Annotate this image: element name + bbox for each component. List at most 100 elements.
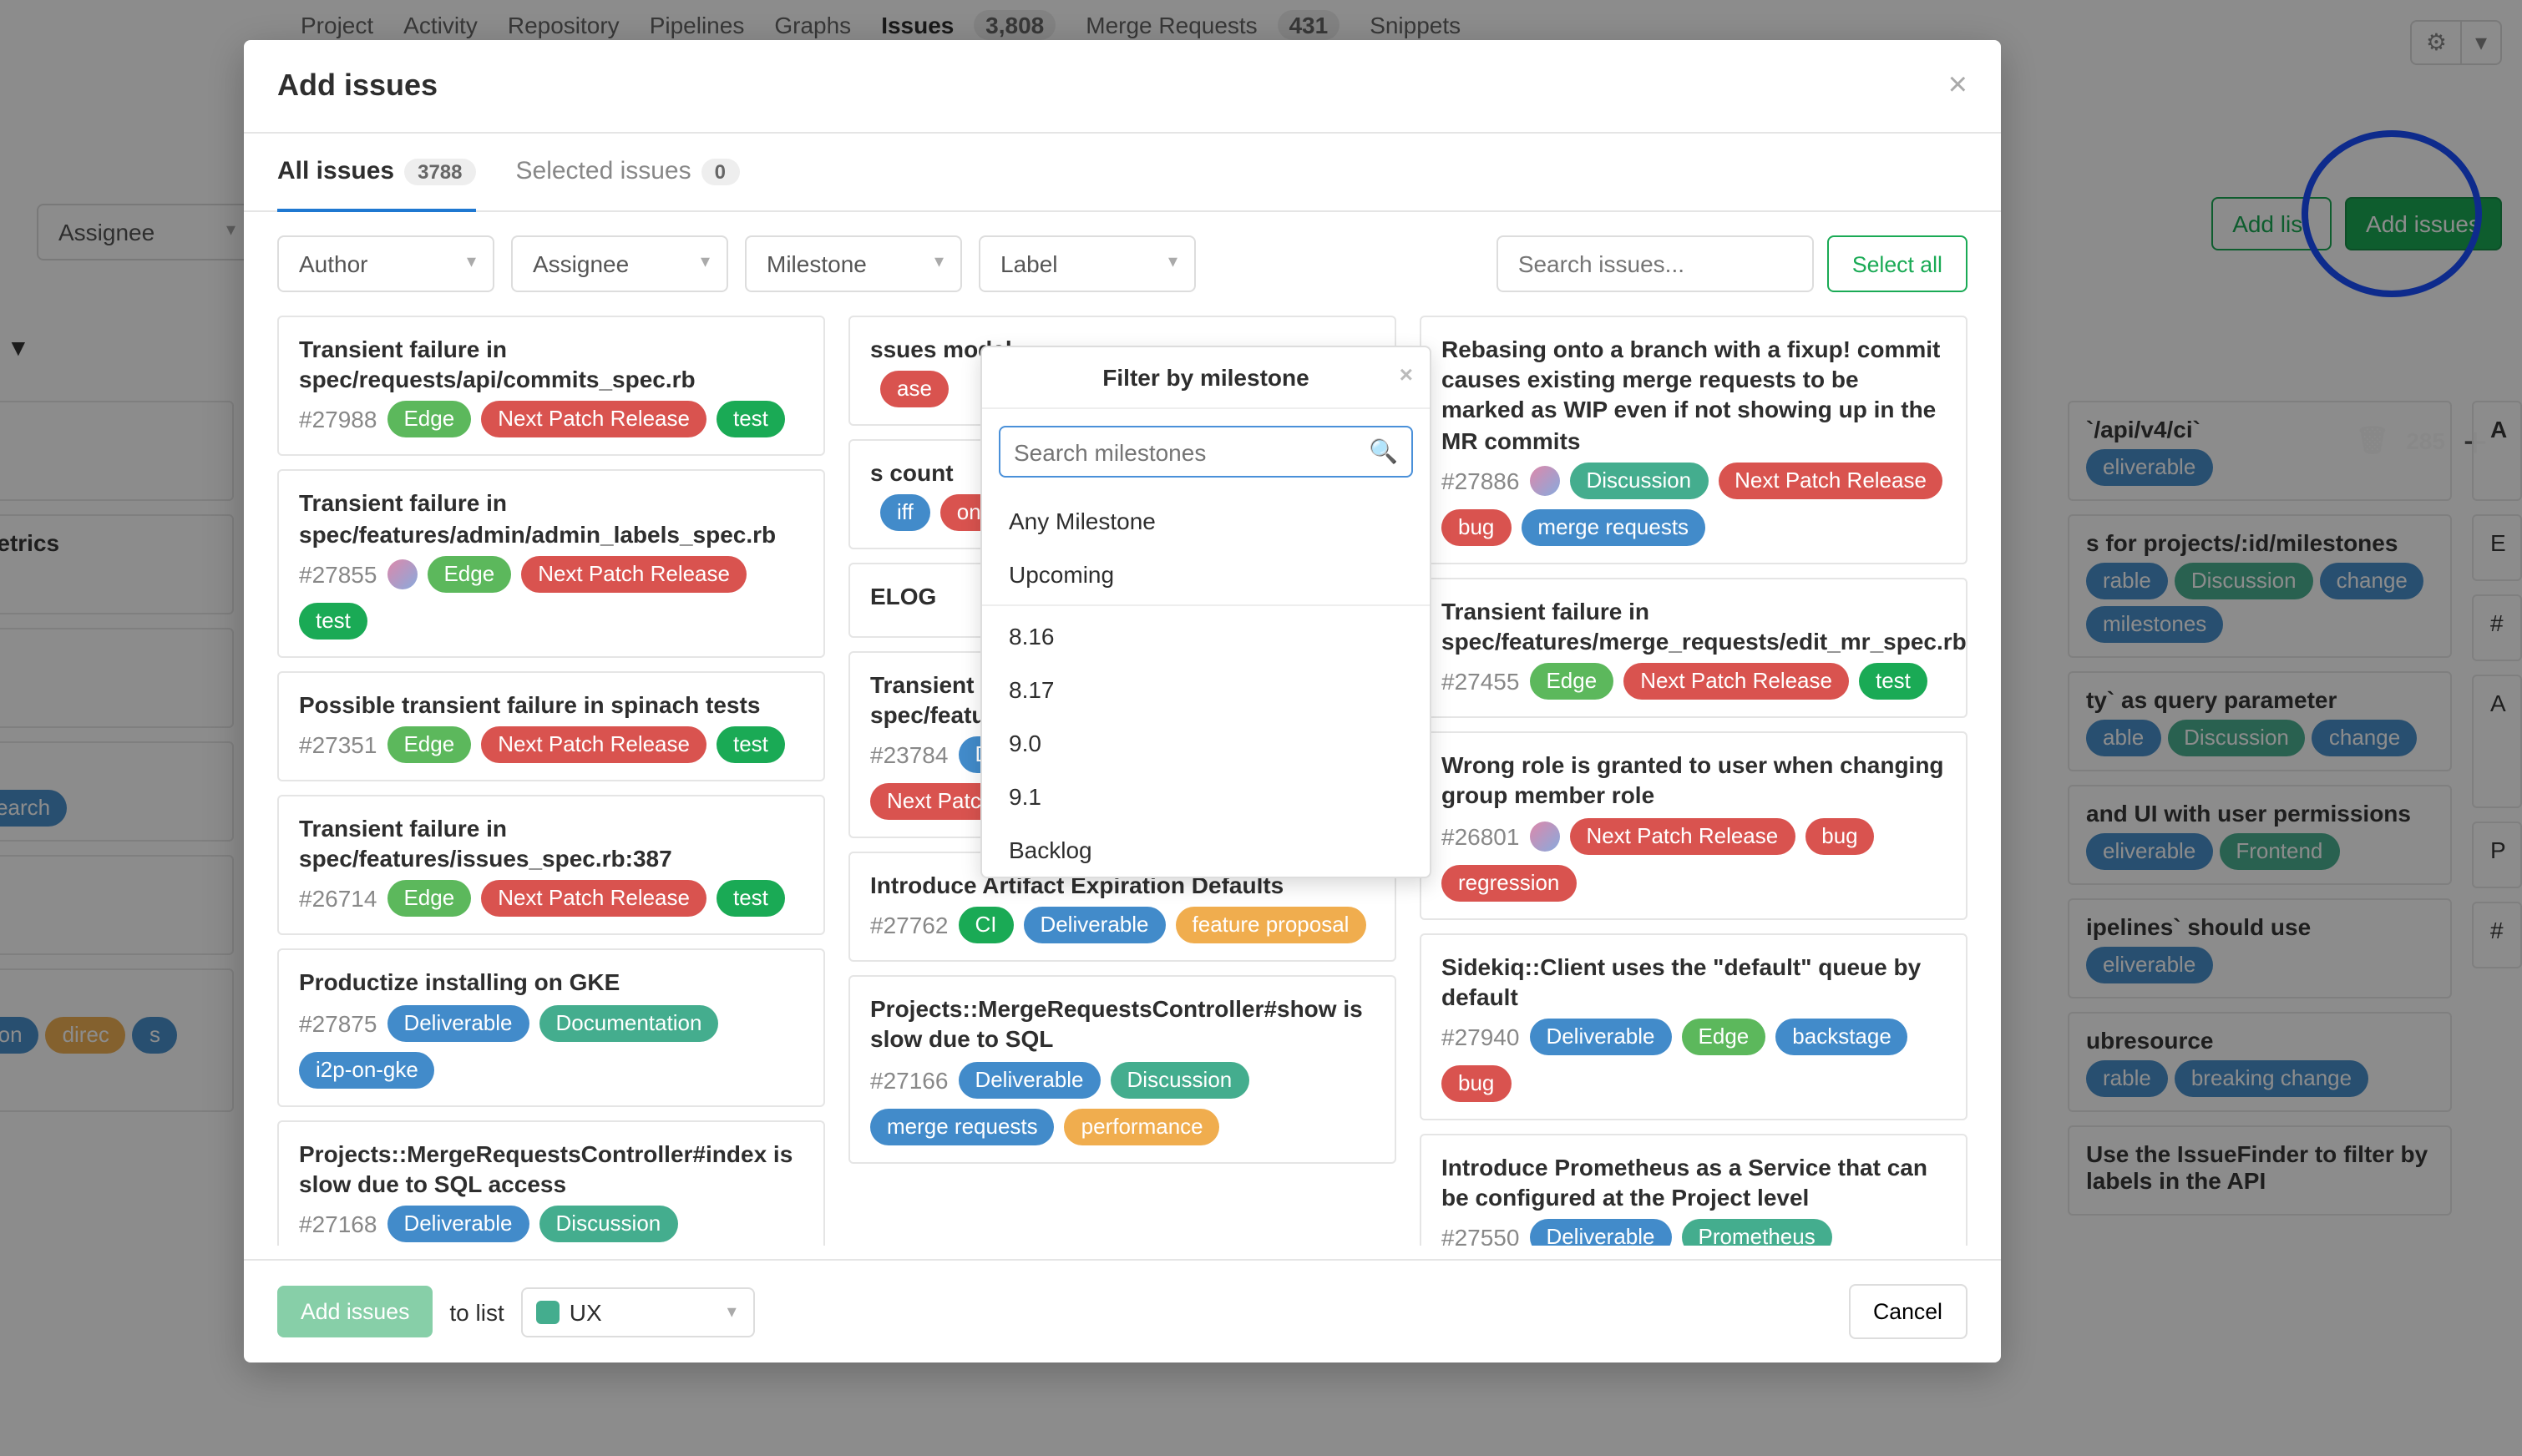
label: test bbox=[1859, 663, 1927, 700]
label: Deliverable bbox=[387, 1004, 529, 1041]
milestone-filter[interactable]: Milestone bbox=[745, 235, 962, 292]
list-picker[interactable]: UX bbox=[521, 1287, 755, 1337]
issue-card[interactable]: Projects::MergeRequestsController#show i… bbox=[848, 975, 1396, 1163]
label: Next Patch Release bbox=[1569, 817, 1795, 854]
label: Edge bbox=[387, 402, 471, 438]
issue-title: Transient failure in spec/requests/api/c… bbox=[299, 334, 803, 395]
tab-selected-count: 0 bbox=[701, 158, 739, 185]
issue-id: #27886 bbox=[1441, 468, 1519, 494]
label: Edge bbox=[1682, 1019, 1766, 1055]
tab-all-issues[interactable]: All issues3788 bbox=[277, 134, 476, 212]
label: Next Patch Release bbox=[481, 726, 706, 763]
issue-id: #23784 bbox=[870, 741, 948, 768]
label: Edge bbox=[1529, 663, 1613, 700]
milestone-option[interactable]: 8.17 bbox=[982, 663, 1430, 716]
milestone-option[interactable]: 9.1 bbox=[982, 770, 1430, 823]
issue-title: Productize installing on GKE bbox=[299, 968, 803, 998]
select-all-button[interactable]: Select all bbox=[1827, 235, 1967, 292]
avatar bbox=[1529, 821, 1559, 851]
search-icon: 🔍 bbox=[1369, 437, 1398, 466]
label: bug bbox=[1441, 1065, 1511, 1102]
issue-id: #27855 bbox=[299, 561, 377, 588]
issue-id: #27988 bbox=[299, 407, 377, 433]
author-filter[interactable]: Author bbox=[277, 235, 494, 292]
issue-card[interactable]: Transient failure in spec/features/issue… bbox=[277, 795, 825, 936]
milestone-search-input[interactable] bbox=[1014, 438, 1369, 465]
milestone-option[interactable]: Upcoming bbox=[982, 548, 1430, 601]
issue-id: #27762 bbox=[870, 912, 948, 938]
close-icon[interactable]: × bbox=[1400, 361, 1413, 387]
milestone-popover: Filter by milestone× 🔍 Any MilestoneUpco… bbox=[980, 346, 1431, 878]
issue-id: #27875 bbox=[299, 1009, 377, 1036]
issue-title: Projects::MergeRequestsController#index … bbox=[299, 1138, 803, 1199]
milestone-option[interactable]: Backlog bbox=[982, 823, 1430, 877]
label: Next Patch Release bbox=[521, 556, 747, 593]
issue-id: #27940 bbox=[1441, 1024, 1519, 1050]
close-icon[interactable]: × bbox=[1948, 67, 1967, 105]
label: bug bbox=[1441, 509, 1511, 546]
label: merge requests bbox=[1521, 509, 1705, 546]
issue-title: Wrong role is granted to user when chang… bbox=[1441, 750, 1946, 811]
label: Prometheus bbox=[1682, 1220, 1832, 1246]
label: Next Patch Release bbox=[481, 881, 706, 918]
issue-title: Possible transient failure in spinach te… bbox=[299, 690, 803, 720]
tab-all-count: 3788 bbox=[404, 158, 475, 185]
label: iff bbox=[880, 495, 930, 532]
label: Next Patch Release bbox=[481, 402, 706, 438]
milestone-option[interactable]: 9.0 bbox=[982, 716, 1430, 770]
label: Deliverable bbox=[387, 1206, 529, 1242]
label: Deliverable bbox=[1529, 1220, 1671, 1246]
to-list-label: to list bbox=[449, 1298, 504, 1325]
modal-title: Add issues bbox=[277, 68, 438, 104]
label: merge requests bbox=[870, 1108, 1055, 1145]
tab-selected-issues[interactable]: Selected issues0 bbox=[516, 134, 740, 212]
label: test bbox=[717, 402, 785, 438]
label: Next Patch Release bbox=[1623, 663, 1849, 700]
issue-id: #27550 bbox=[1441, 1225, 1519, 1246]
issue-card[interactable]: Projects::MergeRequestsController#index … bbox=[277, 1120, 825, 1246]
label: ase bbox=[880, 371, 949, 407]
issue-card[interactable]: Rebasing onto a branch with a fixup! com… bbox=[1420, 316, 1967, 564]
label: Documentation bbox=[539, 1004, 719, 1041]
issue-id: #27168 bbox=[299, 1211, 377, 1237]
issue-title: Transient failure in spec/features/admin… bbox=[299, 488, 803, 549]
cancel-button[interactable]: Cancel bbox=[1848, 1284, 1967, 1339]
issue-card[interactable]: Productize installing on GKE #27875 Delive… bbox=[277, 949, 825, 1106]
issue-title: Sidekiq::Client uses the "default" queue… bbox=[1441, 951, 1946, 1012]
issue-title: Transient failure in spec/features/merge… bbox=[1441, 596, 1946, 657]
issue-card[interactable]: Wrong role is granted to user when chang… bbox=[1420, 731, 1967, 919]
label: test bbox=[299, 603, 367, 640]
issue-card[interactable]: Transient failure in spec/features/admin… bbox=[277, 470, 825, 658]
label: Discussion bbox=[1569, 463, 1708, 499]
milestone-option[interactable]: Any Milestone bbox=[982, 494, 1430, 548]
label: Edge bbox=[427, 556, 511, 593]
label: Deliverable bbox=[1529, 1019, 1671, 1055]
label: i2p-on-gke bbox=[299, 1051, 435, 1088]
label-filter[interactable]: Label bbox=[979, 235, 1196, 292]
issue-card[interactable]: Introduce Prometheus as a Service that c… bbox=[1420, 1134, 1967, 1246]
issue-title: Introduce Prometheus as a Service that c… bbox=[1441, 1152, 1946, 1213]
milestone-option[interactable]: 8.16 bbox=[982, 609, 1430, 663]
list-color-swatch bbox=[536, 1300, 560, 1323]
issue-card[interactable]: Possible transient failure in spinach te… bbox=[277, 671, 825, 781]
add-issues-submit-button[interactable]: Add issues bbox=[277, 1286, 433, 1337]
label: performance bbox=[1065, 1108, 1220, 1145]
label: backstage bbox=[1775, 1019, 1908, 1055]
issue-card[interactable]: Transient failure in spec/requests/api/c… bbox=[277, 316, 825, 457]
label: test bbox=[717, 881, 785, 918]
label: test bbox=[717, 726, 785, 763]
issue-id: #27455 bbox=[1441, 668, 1519, 695]
label: CI bbox=[958, 907, 1013, 943]
label: Deliverable bbox=[1023, 907, 1165, 943]
issue-card[interactable]: Transient failure in spec/features/merge… bbox=[1420, 578, 1967, 719]
label: Edge bbox=[387, 726, 471, 763]
issue-title: Projects::MergeRequestsController#show i… bbox=[870, 993, 1375, 1054]
search-input[interactable] bbox=[1496, 235, 1814, 292]
assignee-filter-modal[interactable]: Assignee bbox=[511, 235, 728, 292]
label: Deliverable bbox=[958, 1061, 1100, 1098]
add-issues-modal: Add issues × All issues3788 Selected iss… bbox=[244, 40, 2001, 1362]
issue-card[interactable]: Sidekiq::Client uses the "default" queue… bbox=[1420, 933, 1967, 1120]
issue-title: Transient failure in spec/features/issue… bbox=[299, 813, 803, 874]
label: Discussion bbox=[1111, 1061, 1249, 1098]
label: bug bbox=[1805, 817, 1874, 854]
